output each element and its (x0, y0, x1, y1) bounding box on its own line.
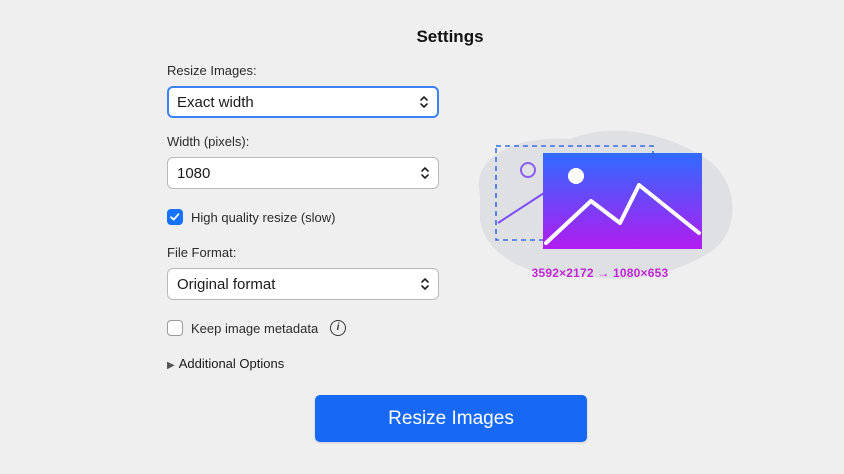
disclosure-triangle-icon: ▶ (167, 360, 175, 371)
chevron-up-down-icon (420, 96, 428, 108)
resized-sun-icon (568, 168, 584, 184)
file-format-select[interactable]: Original format (167, 268, 439, 300)
additional-options-toggle[interactable]: ▶ Additional Options (167, 356, 284, 371)
keep-metadata-checkbox[interactable] (167, 320, 183, 336)
high-quality-label: High quality resize (slow) (191, 210, 336, 225)
additional-options-label: Additional Options (178, 356, 285, 371)
dimension-summary: 3592×2172 → 1080×653 (531, 266, 669, 280)
high-quality-checkbox[interactable] (167, 209, 183, 225)
resize-mode-select[interactable]: Exact width (167, 86, 439, 118)
resize-mode-value: Exact width (177, 93, 254, 111)
resize-preview-illustration (478, 130, 733, 279)
page-title: Settings (416, 27, 484, 46)
info-icon[interactable]: i (330, 320, 346, 336)
width-label: Width (pixels): (167, 134, 250, 149)
resized-image (543, 153, 702, 249)
keep-metadata-label: Keep image metadata (191, 321, 319, 336)
resize-images-button[interactable]: Resize Images (315, 395, 587, 442)
settings-window: Settings Resize Images: Exact width Widt… (0, 0, 844, 474)
file-format-value: Original format (177, 275, 276, 293)
stepper-arrows-icon[interactable] (420, 166, 430, 180)
checkmark-icon (170, 213, 180, 221)
width-input[interactable]: 1080 (167, 157, 439, 189)
width-value: 1080 (177, 164, 211, 182)
chevron-up-down-icon (421, 278, 429, 290)
file-format-label: File Format: (167, 245, 237, 260)
resize-images-label: Resize Images: (167, 63, 257, 78)
